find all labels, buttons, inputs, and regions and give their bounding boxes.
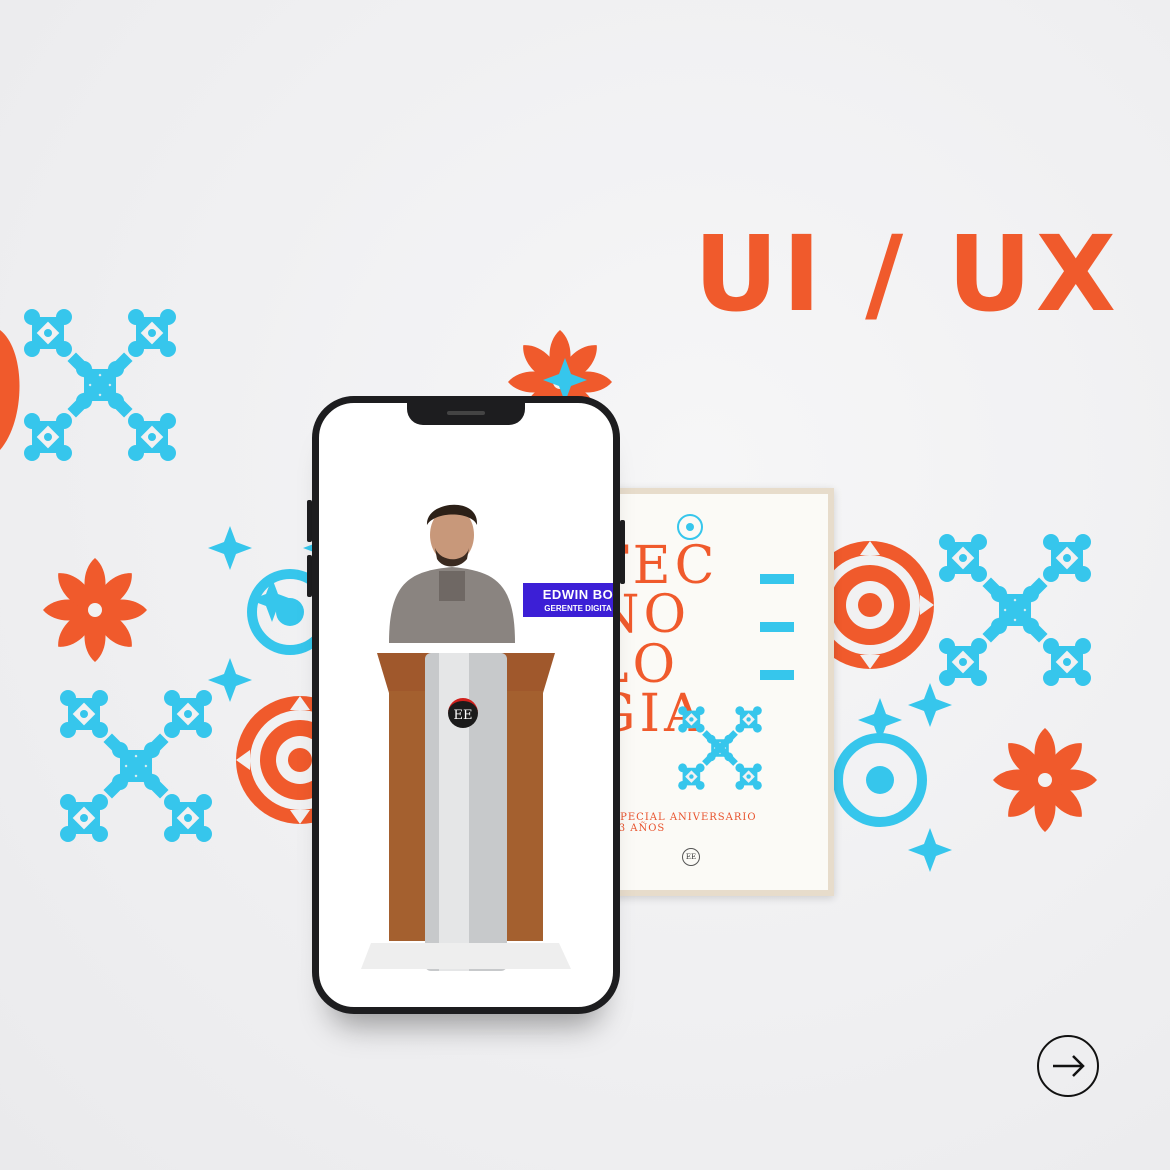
blue-tile-cluster	[24, 309, 176, 461]
speaker-nameplate: EDWIN BO GERENTE DIGITA	[523, 583, 614, 617]
poster-blue-tiles	[660, 688, 780, 808]
poster-subtitle: ESPECIAL ANIVERSARIO 133 AÑOS	[604, 812, 757, 834]
speaker-name: EDWIN BO	[542, 587, 614, 602]
poster-subtitle-line: ESPECIAL ANIVERSARIO	[604, 812, 757, 823]
poster-subtitle-line: 133 AÑOS	[604, 823, 666, 834]
phone-mockup: EE EDWIN BO GERENTE DIGITA	[312, 396, 620, 1014]
speaker-title: GERENTE DIGITA	[544, 604, 612, 613]
arrow-right-icon	[1053, 1055, 1085, 1077]
poster-logo: EE	[682, 848, 700, 866]
podium-logo: EE	[448, 698, 478, 728]
phone-side-button	[620, 520, 625, 584]
page-title: UI / UX	[693, 213, 1120, 335]
next-button[interactable]	[1037, 1035, 1099, 1097]
